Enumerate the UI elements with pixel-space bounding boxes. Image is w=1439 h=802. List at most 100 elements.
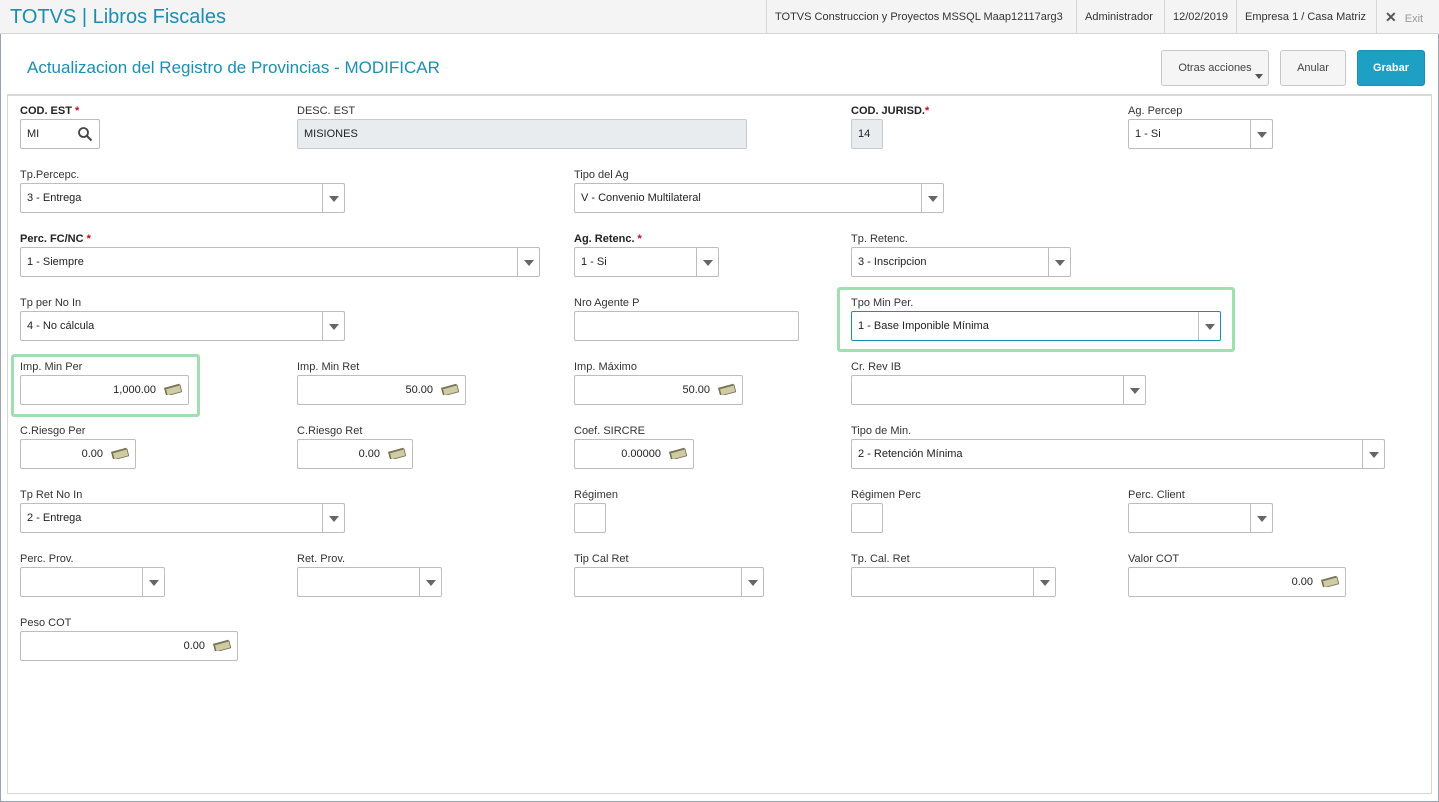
ag-retenc-select[interactable]: 1 - Si bbox=[574, 247, 719, 277]
money-icon[interactable] bbox=[164, 383, 182, 395]
tipo-de-min-label: Tipo de Min. bbox=[851, 425, 912, 437]
chevron-down-icon bbox=[419, 568, 441, 596]
tip-cal-ret-label: Tip Cal Ret bbox=[574, 553, 629, 565]
money-icon[interactable] bbox=[441, 383, 459, 395]
tp-retenc-select[interactable]: 3 - Inscripcion bbox=[851, 247, 1071, 277]
environment-label: TOTVS Construccion y Proyectos MSSQL Maa… bbox=[766, 0, 1071, 34]
cod-est-input[interactable]: MI bbox=[20, 119, 100, 149]
chevron-down-icon bbox=[322, 184, 344, 212]
peso-cot-label: Peso COT bbox=[20, 617, 72, 629]
tp-ret-no-in-select[interactable]: 2 - Entrega bbox=[20, 503, 345, 533]
nro-agente-p-input[interactable] bbox=[574, 311, 799, 341]
tip-cal-ret-select[interactable] bbox=[574, 567, 764, 597]
desc-est-label: DESC. EST bbox=[297, 105, 356, 117]
ag-retenc-label: Ag. Retenc. * bbox=[574, 233, 642, 245]
money-icon[interactable] bbox=[388, 447, 406, 459]
date-label: 12/02/2019 bbox=[1164, 0, 1236, 34]
tpo-min-per-label: Tpo Min Per. bbox=[851, 297, 914, 309]
tp-per-no-in-select[interactable]: 4 - No cálcula bbox=[20, 311, 345, 341]
chevron-down-icon bbox=[741, 568, 763, 596]
exit-label: Exit bbox=[1404, 13, 1424, 25]
regimen-perc-input[interactable] bbox=[851, 503, 883, 533]
exit-button[interactable]: ✕ Exit bbox=[1376, 0, 1423, 34]
perc-fc-nc-label: Perc. FC/NC * bbox=[20, 233, 91, 245]
chevron-down-icon bbox=[921, 184, 943, 212]
tp-cal-ret-label: Tp. Cal. Ret bbox=[851, 553, 910, 565]
search-icon[interactable] bbox=[77, 126, 93, 142]
imp-min-ret-input[interactable]: 50.00 bbox=[297, 375, 466, 405]
imp-min-ret-label: Imp. Min Ret bbox=[297, 361, 360, 373]
chevron-down-icon bbox=[1123, 376, 1145, 404]
c-riesgo-per-input[interactable]: 0.00 bbox=[20, 439, 136, 469]
page-title: Actualizacion del Registro de Provincias… bbox=[27, 58, 440, 77]
close-icon: ✕ bbox=[1385, 9, 1397, 25]
c-riesgo-ret-input[interactable]: 0.00 bbox=[297, 439, 413, 469]
money-icon[interactable] bbox=[213, 639, 231, 651]
perc-client-select[interactable] bbox=[1128, 503, 1273, 533]
other-actions-label: Otras acciones bbox=[1178, 62, 1252, 74]
imp-maximo-label: Imp. Máximo bbox=[574, 361, 637, 373]
peso-cot-input[interactable]: 0.00 bbox=[20, 631, 238, 661]
perc-client-label: Perc. Client bbox=[1128, 489, 1185, 501]
tp-cal-ret-select[interactable] bbox=[851, 567, 1056, 597]
ret-prov-label: Ret. Prov. bbox=[297, 553, 346, 565]
ret-prov-select[interactable] bbox=[297, 567, 442, 597]
company-label: Empresa 1 / Casa Matriz bbox=[1236, 0, 1374, 34]
imp-min-per-input[interactable]: 1,000.00 bbox=[20, 375, 189, 405]
user-label: Administrador bbox=[1076, 0, 1161, 34]
regimen-label: Régimen bbox=[574, 489, 619, 501]
valor-cot-label: Valor COT bbox=[1128, 553, 1180, 565]
chevron-down-icon bbox=[1250, 504, 1272, 532]
coef-sircre-input[interactable]: 0.00000 bbox=[574, 439, 694, 469]
chevron-down-icon bbox=[322, 312, 344, 340]
tp-percepc-label: Tp.Percepc. bbox=[20, 169, 80, 181]
nro-agente-p-label: Nro Agente P bbox=[574, 297, 640, 309]
money-icon[interactable] bbox=[111, 447, 129, 459]
chevron-down-icon bbox=[322, 504, 344, 532]
chevron-down-icon bbox=[1362, 440, 1384, 468]
coef-sircre-label: Coef. SIRCRE bbox=[574, 425, 645, 437]
tp-ret-no-in-label: Tp Ret No In bbox=[20, 489, 83, 501]
app-header: TOTVS | Libros Fiscales TOTVS Construcci… bbox=[0, 0, 1439, 34]
cod-est-label: COD. EST * bbox=[20, 105, 80, 117]
regimen-perc-label: Régimen Perc bbox=[851, 489, 921, 501]
chevron-down-icon bbox=[1255, 74, 1263, 79]
regimen-input[interactable] bbox=[574, 503, 606, 533]
tpo-min-per-select[interactable]: 1 - Base Imponible Mínima bbox=[851, 311, 1221, 341]
chevron-down-icon bbox=[142, 568, 164, 596]
c-riesgo-ret-label: C.Riesgo Ret bbox=[297, 425, 363, 437]
ag-percep-label: Ag. Percep bbox=[1128, 105, 1183, 117]
cr-rev-ib-label: Cr. Rev IB bbox=[851, 361, 902, 373]
perc-prov-select[interactable] bbox=[20, 567, 165, 597]
tp-retenc-label: Tp. Retenc. bbox=[851, 233, 908, 245]
perc-fc-nc-select[interactable]: 1 - Siempre bbox=[20, 247, 540, 277]
tipo-de-min-select[interactable]: 2 - Retención Mínima bbox=[851, 439, 1385, 469]
save-button[interactable]: Grabar bbox=[1357, 50, 1425, 86]
chevron-down-icon bbox=[1033, 568, 1055, 596]
desc-est-field: MISIONES bbox=[297, 119, 747, 149]
tipo-del-ag-label: Tipo del Ag bbox=[574, 169, 629, 181]
perc-prov-label: Perc. Prov. bbox=[20, 553, 74, 565]
page-header: Actualizacion del Registro de Provincias… bbox=[7, 36, 1432, 96]
cr-rev-ib-select[interactable] bbox=[851, 375, 1146, 405]
money-icon[interactable] bbox=[718, 383, 736, 395]
money-icon[interactable] bbox=[669, 447, 687, 459]
chevron-down-icon bbox=[1048, 248, 1070, 276]
cancel-button[interactable]: Anular bbox=[1280, 50, 1346, 86]
valor-cot-input[interactable]: 0.00 bbox=[1128, 567, 1346, 597]
tp-percepc-select[interactable]: 3 - Entrega bbox=[20, 183, 345, 213]
chevron-down-icon bbox=[1250, 120, 1272, 148]
other-actions-button[interactable]: Otras acciones bbox=[1161, 50, 1269, 86]
chevron-down-icon bbox=[696, 248, 718, 276]
tipo-del-ag-select[interactable]: V - Convenio Multilateral bbox=[574, 183, 944, 213]
money-icon[interactable] bbox=[1321, 575, 1339, 587]
app-title: TOTVS | Libros Fiscales bbox=[10, 6, 226, 28]
cod-jurisd-field: 14 bbox=[851, 119, 883, 149]
imp-maximo-input[interactable]: 50.00 bbox=[574, 375, 743, 405]
tp-per-no-in-label: Tp per No In bbox=[20, 297, 82, 309]
province-form: COD. EST * MI DESC. EST MISIONES COD. JUR… bbox=[7, 96, 1432, 794]
cod-jurisd-label: COD. JURISD.* bbox=[851, 105, 930, 117]
chevron-down-icon bbox=[1198, 312, 1220, 340]
ag-percep-select[interactable]: 1 - Si bbox=[1128, 119, 1273, 149]
c-riesgo-per-label: C.Riesgo Per bbox=[20, 425, 86, 437]
